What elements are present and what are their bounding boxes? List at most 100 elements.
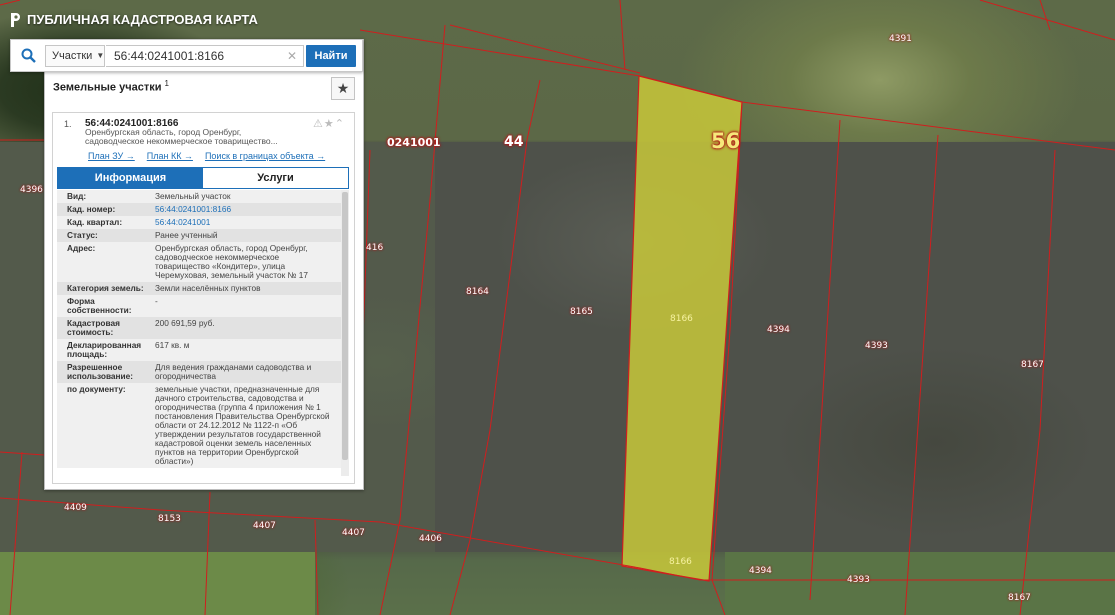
block-label: 44 xyxy=(504,134,524,150)
result-links: План ЗУ → План КК → Поиск в границах объ… xyxy=(88,151,325,161)
card-actions: ⚠★⌃ xyxy=(313,117,345,130)
info-value: Ранее учтенный xyxy=(155,230,218,240)
object-type-select[interactable]: Участки ▼ xyxy=(45,44,105,67)
parcel-label[interactable]: 8153 xyxy=(156,514,183,525)
parcel-label[interactable]: 8165 xyxy=(568,307,595,318)
boundary-line xyxy=(379,24,446,615)
collapse-icon[interactable]: ⌃ xyxy=(335,118,345,130)
parcel-label[interactable]: 8167 xyxy=(1019,360,1046,371)
block-label: 56 xyxy=(711,129,741,153)
parcel-label[interactable]: 4391 xyxy=(887,34,914,45)
star-icon: ★ xyxy=(336,80,350,96)
parcel-label[interactable]: 4394 xyxy=(747,566,774,577)
boundary-line xyxy=(0,0,21,6)
search-icon[interactable] xyxy=(11,40,45,71)
info-key: Статус: xyxy=(67,230,98,240)
app-title[interactable]: ПУБЛИЧНАЯ КАДАСТРОВАЯ КАРТА xyxy=(10,12,258,27)
info-value: 200 691,59 руб. xyxy=(155,318,215,328)
info-row: Кад. номер: 56:44:0241001:8166 xyxy=(57,203,341,216)
info-row: Форма собственности: - xyxy=(57,295,341,317)
parcel-label[interactable]: 4407 xyxy=(340,528,367,539)
logo-icon xyxy=(10,12,21,27)
info-key: Кад. номер: xyxy=(67,204,116,214)
boundary-line xyxy=(314,519,319,615)
tab-info[interactable]: Информация xyxy=(58,168,203,188)
boundary-line xyxy=(979,0,1115,41)
parcel-label[interactable]: 4394 xyxy=(765,325,792,336)
result-index: 1. xyxy=(64,119,72,129)
info-row: Разрешенное использование: Для ведения гр… xyxy=(57,361,341,383)
boundary-line xyxy=(619,0,626,71)
parcel-label[interactable]: 8164 xyxy=(464,287,491,298)
search-input-value: 56:44:0241001:8166 xyxy=(114,48,225,63)
parcel-label[interactable]: 4396 xyxy=(18,185,45,196)
chevron-down-icon: ▼ xyxy=(96,51,105,60)
info-key: Кад. квартал: xyxy=(67,217,123,227)
boundary-line xyxy=(1019,149,1056,615)
object-type-value: Участки xyxy=(52,49,93,62)
info-key: Разрешенное использование: xyxy=(67,362,134,381)
info-key: по документу: xyxy=(67,384,126,394)
app-title-text: ПУБЛИЧНАЯ КАДАСТРОВАЯ КАРТА xyxy=(27,12,258,27)
parcel-label-selected[interactable]: 8166 xyxy=(669,557,692,567)
parcel-label[interactable]: 4393 xyxy=(845,575,872,586)
info-row: Декларированная площадь: 617 кв. м xyxy=(57,339,341,361)
search-input[interactable]: 56:44:0241001:8166 ✕ xyxy=(106,44,304,67)
favorite-button[interactable]: ★ xyxy=(331,77,355,100)
info-value: - xyxy=(155,296,158,306)
info-key: Категория земель: xyxy=(67,283,144,293)
boundary-line xyxy=(0,497,1115,581)
link-plan-kk[interactable]: План КК → xyxy=(147,151,193,161)
boundary-line xyxy=(9,451,23,615)
results-header: Земельные участки 1 xyxy=(53,79,169,94)
result-address: Оренбургская область, город Оренбург, са… xyxy=(85,127,278,146)
info-row: по документу: земельные участки, предназн… xyxy=(57,383,341,468)
parcel-label[interactable]: 4409 xyxy=(62,503,89,514)
info-value: Оренбургская область, город Оренбург, са… xyxy=(155,243,308,280)
info-value[interactable]: 56:44:0241001 xyxy=(155,218,335,227)
boundary-line xyxy=(809,119,841,601)
info-row: Адрес: Оренбургская область, город Оренбу… xyxy=(57,242,341,282)
boundary-line xyxy=(449,79,541,615)
parcel-label-selected[interactable]: 8166 xyxy=(670,314,693,324)
results-header-text: Земельные участки xyxy=(53,81,162,94)
parcel-label[interactable]: 4407 xyxy=(251,521,278,532)
info-value: земельные участки, предназначенные для д… xyxy=(155,384,330,466)
parcel-label[interactable]: 4406 xyxy=(417,534,444,545)
parcel-label[interactable]: 4393 xyxy=(863,341,890,352)
info-key: Декларированная площадь: xyxy=(67,340,142,359)
boundary-line xyxy=(1039,0,1051,31)
detail-tabs: Информация Услуги xyxy=(57,167,349,189)
info-row: Категория земель: Земли населённых пункто… xyxy=(57,282,341,295)
info-value: Для ведения гражданами садоводства и ого… xyxy=(155,362,312,381)
info-key: Вид: xyxy=(67,191,87,201)
parcel-label[interactable]: 8167 xyxy=(1006,593,1033,604)
info-table: Вид: Земельный участок Кад. номер: 56:44:02… xyxy=(57,190,341,476)
find-button[interactable]: Найти xyxy=(306,44,356,67)
info-key: Форма собственности: xyxy=(67,296,132,315)
clear-icon[interactable]: ✕ xyxy=(287,49,297,63)
boundary-line xyxy=(204,491,211,615)
warning-icon[interactable]: ⚠ xyxy=(313,118,324,130)
scrollbar-thumb[interactable] xyxy=(342,192,348,460)
info-row: Вид: Земельный участок xyxy=(57,190,341,203)
link-search-in-bounds[interactable]: Поиск в границах объекта → xyxy=(205,151,325,161)
info-value: Земельный участок xyxy=(155,191,231,201)
info-scrollbar[interactable] xyxy=(341,190,349,476)
block-label: 0241001 xyxy=(387,136,441,149)
info-value: Земли населённых пунктов xyxy=(155,283,261,293)
info-value[interactable]: 56:44:0241001:8166 xyxy=(155,205,335,214)
results-count: 1 xyxy=(164,79,169,88)
info-key: Адрес: xyxy=(67,243,96,253)
info-row: Кад. квартал: 56:44:0241001 xyxy=(57,216,341,229)
link-plan-zu[interactable]: План ЗУ → xyxy=(88,151,135,161)
info-row: Кадастровая стоимость: 200 691,59 руб. xyxy=(57,317,341,339)
tab-services[interactable]: Услуги xyxy=(203,168,348,188)
info-key: Кадастровая стоимость: xyxy=(67,318,120,337)
search-bar: Участки ▼ 56:44:0241001:8166 ✕ Найти xyxy=(10,39,363,72)
info-row: Статус: Ранее учтенный xyxy=(57,229,341,242)
boundary-line xyxy=(904,134,939,615)
info-value: 617 кв. м xyxy=(155,340,190,350)
star-icon[interactable]: ★ xyxy=(324,118,335,130)
parcel-label[interactable]: 416 xyxy=(364,243,385,254)
